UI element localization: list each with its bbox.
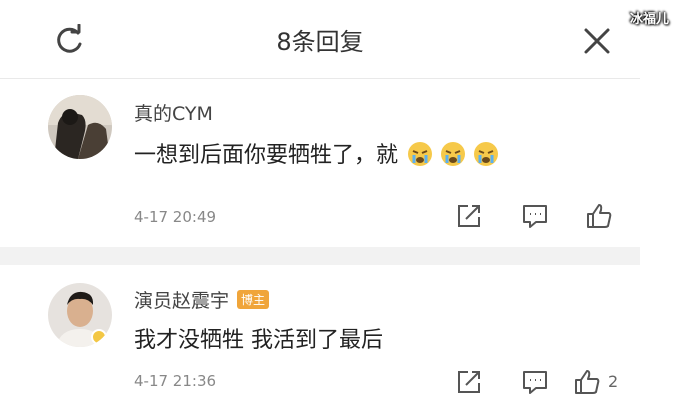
username-text: 演员赵震宇 bbox=[134, 290, 230, 312]
like-icon[interactable] bbox=[572, 367, 602, 397]
like-icon[interactable] bbox=[584, 201, 614, 231]
comment-icon[interactable] bbox=[520, 367, 550, 397]
crying-face-icon bbox=[408, 142, 433, 166]
share-icon[interactable] bbox=[454, 367, 484, 397]
comment-icon[interactable] bbox=[520, 201, 550, 231]
username[interactable]: 真的CYM bbox=[134, 99, 213, 126]
divider bbox=[0, 247, 640, 265]
author-badge: 博主 bbox=[237, 290, 270, 309]
watermark: 冰福儿 bbox=[630, 12, 670, 27]
comment-text: 一想到后面你要牺牲了，就 bbox=[134, 137, 499, 173]
crying-face-icon bbox=[441, 142, 466, 166]
username[interactable]: 演员赵震宇 博主 bbox=[134, 286, 270, 313]
like-count: 2 bbox=[608, 372, 619, 391]
share-icon[interactable] bbox=[454, 201, 484, 231]
comment-item: 真的CYM 一想到后面你要牺牲了，就 4-17 20:49 bbox=[0, 79, 640, 247]
comment-body: 一想到后面你要牺牲了，就 bbox=[134, 143, 399, 168]
close-icon[interactable] bbox=[582, 26, 612, 56]
comment-time: 4-17 21:36 bbox=[134, 372, 217, 390]
comment-text: 我才没牺牲 我活到了最后 bbox=[134, 328, 383, 353]
reply-header: 8条回复 bbox=[0, 0, 640, 79]
comment-item: 演员赵震宇 博主 我才没牺牲 我活到了最后 4-17 21:36 2 bbox=[0, 265, 640, 400]
avatar[interactable] bbox=[48, 283, 112, 347]
emoji-group bbox=[407, 141, 499, 173]
avatar[interactable] bbox=[48, 95, 112, 159]
comment-time: 4-17 20:49 bbox=[134, 208, 217, 226]
crying-face-icon bbox=[474, 142, 499, 166]
page-title: 8条回复 bbox=[276, 28, 364, 56]
